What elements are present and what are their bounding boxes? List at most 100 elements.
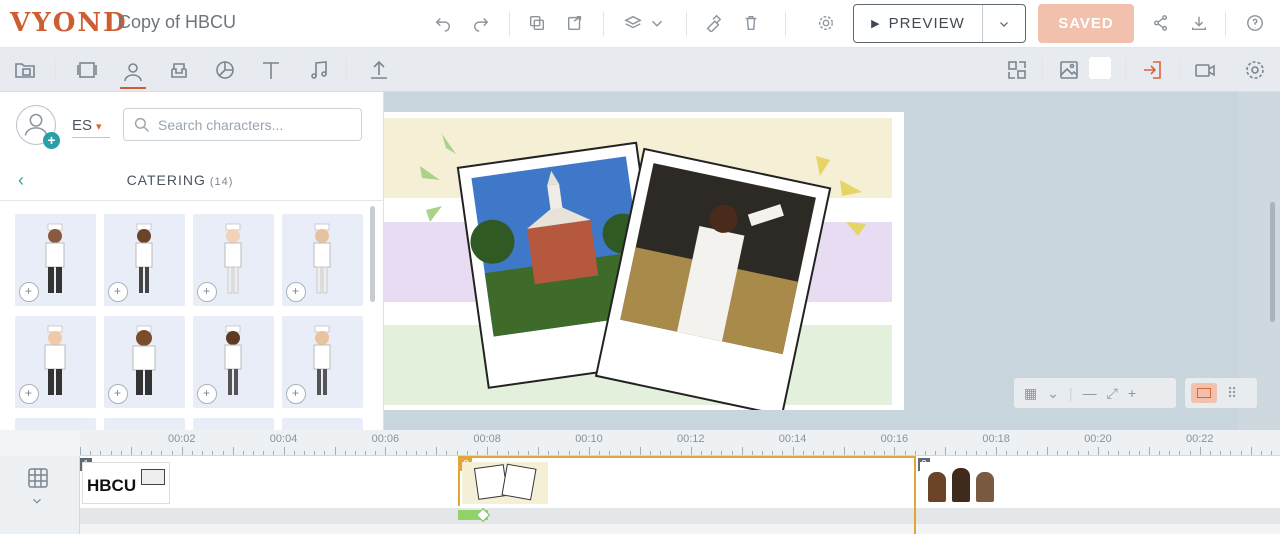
- character-thumbnail[interactable]: [282, 214, 363, 306]
- ruler-tick: [212, 451, 214, 455]
- zoom-icon[interactable]: [19, 282, 39, 302]
- vyond-logo[interactable]: VYOND: [10, 8, 128, 38]
- ruler-tick: [242, 451, 244, 455]
- scene-thumbnail[interactable]: 1 HBCU: [80, 458, 172, 506]
- project-title[interactable]: Copy of HBCU: [118, 12, 236, 33]
- character-thumbnail[interactable]: [282, 418, 363, 430]
- ruler-tick: [639, 447, 641, 455]
- scene-icon[interactable]: [74, 57, 100, 83]
- background-image-icon[interactable]: [1056, 57, 1082, 83]
- zoom-icon[interactable]: [286, 282, 306, 302]
- help-icon[interactable]: [1244, 12, 1266, 34]
- audio-track: [80, 508, 1280, 524]
- scene-canvas[interactable]: [384, 112, 904, 410]
- ruler-label: 00:12: [677, 433, 705, 445]
- zoom-out-icon[interactable]: —: [1083, 385, 1097, 401]
- character-icon[interactable]: [120, 56, 146, 89]
- ruler-tick: [538, 447, 540, 455]
- grid-icon[interactable]: ▦: [1024, 385, 1037, 402]
- ruler-label: 00:10: [575, 433, 603, 445]
- create-character-button[interactable]: +: [16, 105, 60, 149]
- character-thumbnail[interactable]: [104, 418, 185, 430]
- ruler-tick: [690, 447, 692, 455]
- saved-button[interactable]: SAVED: [1038, 4, 1134, 43]
- ruler-tick: [711, 451, 713, 455]
- chevron-down-icon[interactable]: [30, 494, 44, 508]
- film-icon[interactable]: [26, 466, 50, 490]
- zoom-icon[interactable]: [197, 282, 217, 302]
- character-thumbnail[interactable]: [15, 316, 96, 408]
- character-thumbnail[interactable]: [15, 214, 96, 306]
- ruler-tick: [354, 451, 356, 455]
- ruler-tick: [1179, 451, 1181, 455]
- scene-thumbnail-selected[interactable]: 2: [458, 456, 916, 506]
- props-icon[interactable]: [166, 57, 192, 83]
- timeline-ruler[interactable]: 00:02 00:04 00:06 00:08 00:10 00:12 00:14 00:16…: [80, 430, 1280, 456]
- text-icon[interactable]: [258, 57, 284, 83]
- zoom-icon[interactable]: [108, 282, 128, 302]
- ruler-tick: [1220, 451, 1222, 455]
- ruler-tick: [1169, 451, 1171, 455]
- undo-icon[interactable]: [432, 12, 454, 34]
- upload-icon[interactable]: [366, 57, 392, 83]
- delete-icon[interactable]: [740, 12, 762, 34]
- ruler-tick: [609, 451, 611, 455]
- grid-dots-icon[interactable]: ⠿: [1227, 385, 1237, 402]
- layers-dropdown-icon[interactable]: [646, 12, 668, 34]
- character-thumbnail[interactable]: [15, 418, 96, 430]
- language-select[interactable]: ES ▾: [72, 117, 110, 138]
- panel-scrollbar[interactable]: [370, 206, 375, 302]
- ruler-tick: [181, 447, 183, 455]
- fit-screen-icon[interactable]: ⤢: [1107, 385, 1118, 402]
- ruler-tick: [700, 451, 702, 455]
- ruler-tick: [986, 451, 988, 455]
- ruler-tick: [303, 451, 305, 455]
- preview-button[interactable]: ▶ PREVIEW: [853, 4, 1026, 43]
- zoom-icon[interactable]: [286, 384, 306, 404]
- music-icon[interactable]: [306, 57, 332, 83]
- ruler-tick: [945, 447, 947, 455]
- ruler-tick: [324, 451, 326, 455]
- search-input[interactable]: Search characters...: [123, 108, 362, 141]
- swap-icon[interactable]: [1004, 57, 1030, 83]
- character-thumbnail[interactable]: [282, 316, 363, 408]
- download-icon[interactable]: [1188, 12, 1210, 34]
- background-color-swatch[interactable]: [1089, 57, 1111, 79]
- share-icon[interactable]: [1150, 12, 1172, 34]
- ruler-tick: [1057, 451, 1059, 455]
- settings-icon[interactable]: [1242, 57, 1268, 83]
- character-thumbnail[interactable]: [193, 316, 274, 408]
- character-thumbnail[interactable]: [193, 214, 274, 306]
- redo-icon[interactable]: [470, 12, 492, 34]
- ruler-tick: [833, 451, 835, 455]
- clear-icon[interactable]: [702, 12, 724, 34]
- view-mode-controls: ⠿: [1185, 378, 1257, 408]
- ruler-tick: [1271, 451, 1273, 455]
- character-thumbnail[interactable]: [104, 214, 185, 306]
- ruler-tick: [334, 447, 336, 455]
- zoom-in-icon[interactable]: +: [1128, 385, 1136, 401]
- copy-icon[interactable]: [526, 12, 548, 34]
- ruler-tick: [1159, 451, 1161, 455]
- zoom-icon[interactable]: [19, 384, 39, 404]
- paste-icon[interactable]: [564, 12, 586, 34]
- settings-icon[interactable]: [815, 12, 837, 34]
- enter-icon[interactable]: [1139, 57, 1165, 83]
- ruler-tick: [578, 451, 580, 455]
- zoom-icon[interactable]: [197, 384, 217, 404]
- chart-icon[interactable]: [212, 57, 238, 83]
- ruler-tick: [253, 451, 255, 455]
- ruler-tick: [1209, 451, 1211, 455]
- scene-thumbnail[interactable]: 3: [918, 458, 1008, 506]
- ruler-tick: [283, 447, 285, 455]
- character-thumbnail[interactable]: [193, 418, 274, 430]
- preview-dropdown-icon[interactable]: [983, 17, 1025, 31]
- camera-icon[interactable]: [1192, 57, 1218, 83]
- ruler-tick: [263, 451, 265, 455]
- import-icon[interactable]: [12, 57, 38, 83]
- zoom-icon[interactable]: [108, 384, 128, 404]
- layers-icon[interactable]: [622, 12, 644, 34]
- chevron-down-icon[interactable]: ⌄: [1047, 385, 1059, 402]
- safe-area-icon[interactable]: [1191, 383, 1217, 403]
- character-thumbnail[interactable]: [104, 316, 185, 408]
